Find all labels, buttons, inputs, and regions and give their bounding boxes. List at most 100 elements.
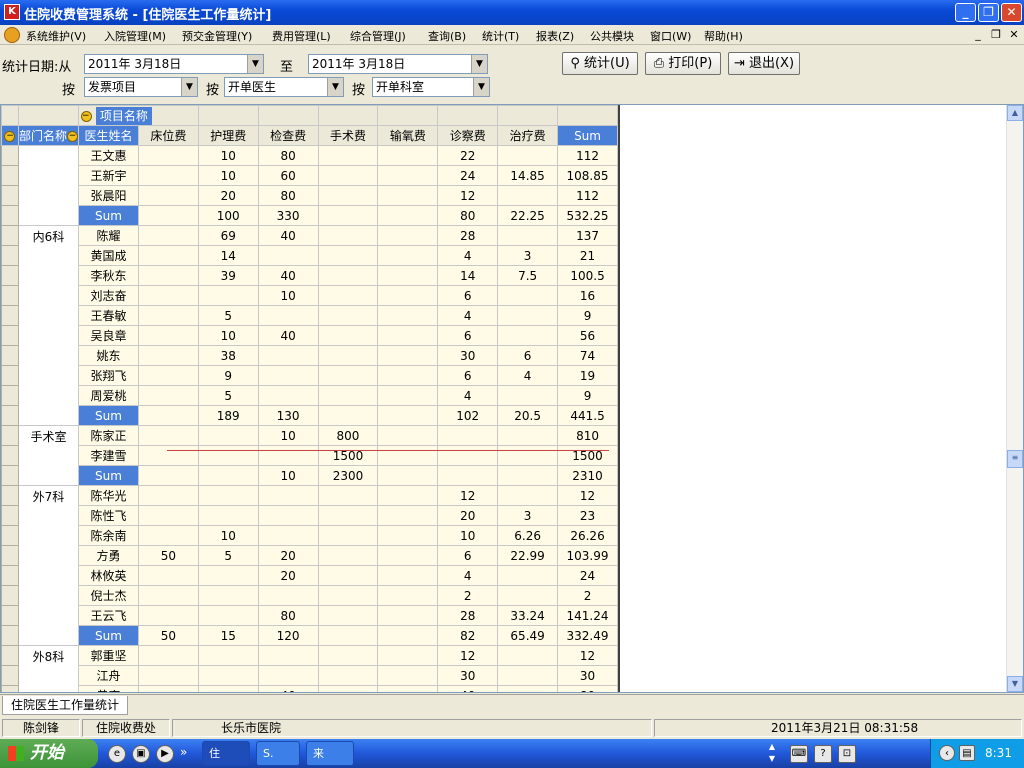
- value-cell[interactable]: 130: [257, 405, 319, 426]
- value-cell[interactable]: 10: [257, 285, 319, 306]
- menu-reports[interactable]: 报表(Z): [536, 28, 574, 44]
- doctor-cell[interactable]: 周爱桃: [77, 385, 139, 406]
- doctor-column-header[interactable]: 医生姓名: [77, 125, 139, 146]
- quicklaunch-media-icon[interactable]: ▶: [156, 745, 174, 763]
- value-cell[interactable]: 80: [437, 205, 499, 226]
- value-cell[interactable]: [197, 505, 259, 526]
- value-cell[interactable]: 14: [437, 265, 499, 286]
- value-cell[interactable]: [377, 165, 439, 186]
- row-sum-cell[interactable]: 9: [557, 385, 618, 406]
- close-button[interactable]: ✕: [1001, 3, 1022, 22]
- value-cell[interactable]: [257, 365, 319, 386]
- row-sum-cell[interactable]: 1500: [557, 445, 618, 466]
- doctor-cell[interactable]: 陈余南: [77, 525, 139, 546]
- row-sum-cell[interactable]: 56: [557, 325, 618, 346]
- doctor-cell[interactable]: 刘志奋: [77, 285, 139, 306]
- value-cell[interactable]: [257, 525, 319, 546]
- row-indicator[interactable]: [1, 365, 19, 386]
- value-cell[interactable]: 12: [437, 645, 499, 666]
- value-cell[interactable]: 6: [437, 325, 499, 346]
- value-cell[interactable]: [197, 485, 259, 506]
- value-cell[interactable]: [137, 285, 199, 306]
- value-cell[interactable]: 10: [257, 465, 319, 486]
- value-cell[interactable]: [377, 385, 439, 406]
- pivot-grid[interactable]: − 项目名称 − 部门名称 − 医生姓名 床位费 护理费 检查费 手术费 输氧费 诊察费 治疗…: [0, 104, 1024, 693]
- value-cell[interactable]: [377, 345, 439, 366]
- network-icon[interactable]: ▤: [959, 745, 975, 761]
- value-cell[interactable]: [137, 665, 199, 686]
- value-cell[interactable]: 39: [197, 265, 259, 286]
- value-cell[interactable]: 6: [497, 345, 559, 366]
- value-cell[interactable]: 14.85: [497, 165, 559, 186]
- value-cell[interactable]: [317, 265, 379, 286]
- value-cell[interactable]: [377, 365, 439, 386]
- column-header[interactable]: 诊察费: [437, 125, 499, 146]
- value-cell[interactable]: [257, 385, 319, 406]
- subtotal-row[interactable]: Sum 100 330 80 22.25 532.25: [1, 205, 618, 226]
- vertical-scrollbar[interactable]: ▲ ≡ ▼: [1006, 105, 1023, 692]
- value-cell[interactable]: 28: [437, 225, 499, 246]
- value-cell[interactable]: [317, 145, 379, 166]
- doctor-cell[interactable]: 林攸英: [77, 565, 139, 586]
- item-group-header[interactable]: − 项目名称: [77, 105, 199, 126]
- doctor-cell[interactable]: 王文惠: [77, 145, 139, 166]
- value-cell[interactable]: 12: [437, 485, 499, 506]
- row-sum-cell[interactable]: 137: [557, 225, 618, 246]
- row-indicator[interactable]: [1, 625, 19, 646]
- row-indicator[interactable]: [1, 165, 19, 186]
- value-cell[interactable]: [317, 245, 379, 266]
- value-cell[interactable]: [377, 505, 439, 526]
- value-cell[interactable]: [497, 285, 559, 306]
- value-cell[interactable]: [137, 245, 199, 266]
- doctor-cell[interactable]: 王春敏: [77, 305, 139, 326]
- table-row[interactable]: 方勇 50 5 20 6 22.99 103.99: [1, 545, 618, 566]
- scroll-thumb[interactable]: ≡: [1007, 450, 1023, 468]
- value-cell[interactable]: 4: [497, 365, 559, 386]
- value-cell[interactable]: 10: [197, 325, 259, 346]
- value-cell[interactable]: [377, 405, 439, 426]
- subtotal-label[interactable]: Sum: [77, 625, 139, 646]
- column-header[interactable]: 床位费: [137, 125, 199, 146]
- value-cell[interactable]: [137, 605, 199, 626]
- table-row[interactable]: 王春敏 5 4 9: [1, 305, 618, 326]
- value-cell[interactable]: [377, 305, 439, 326]
- value-cell[interactable]: [317, 305, 379, 326]
- doctor-cell[interactable]: 吴良章: [77, 325, 139, 346]
- value-cell[interactable]: 69: [197, 225, 259, 246]
- value-cell[interactable]: [317, 525, 379, 546]
- value-cell[interactable]: [137, 305, 199, 326]
- value-cell[interactable]: [137, 645, 199, 666]
- table-row[interactable]: 王文惠 10 80 22 112: [1, 145, 618, 166]
- row-sum-cell[interactable]: 141.24: [557, 605, 618, 626]
- value-cell[interactable]: 40: [437, 685, 499, 692]
- row-indicator[interactable]: [1, 485, 19, 506]
- value-cell[interactable]: [257, 445, 319, 466]
- row-sum-cell[interactable]: 532.25: [557, 205, 618, 226]
- value-cell[interactable]: [197, 605, 259, 626]
- value-cell[interactable]: 82: [437, 625, 499, 646]
- value-cell[interactable]: [497, 685, 559, 692]
- restore-button[interactable]: ❐: [978, 3, 999, 22]
- value-cell[interactable]: 20.5: [497, 405, 559, 426]
- value-cell[interactable]: [317, 565, 379, 586]
- value-cell[interactable]: [137, 485, 199, 506]
- value-cell[interactable]: 6: [437, 545, 499, 566]
- value-cell[interactable]: [317, 645, 379, 666]
- row-sum-cell[interactable]: 112: [557, 185, 618, 206]
- value-cell[interactable]: 4: [437, 305, 499, 326]
- keyboard-icon[interactable]: ⌨: [790, 745, 808, 763]
- value-cell[interactable]: [137, 685, 199, 692]
- value-cell[interactable]: [137, 225, 199, 246]
- value-cell[interactable]: 100: [197, 205, 259, 226]
- value-cell[interactable]: 20: [197, 185, 259, 206]
- value-cell[interactable]: [257, 645, 319, 666]
- value-cell[interactable]: [497, 225, 559, 246]
- value-cell[interactable]: 40: [257, 685, 319, 692]
- value-cell[interactable]: 2: [437, 585, 499, 606]
- collapse-icon[interactable]: −: [80, 111, 92, 122]
- quicklaunch-ie-icon[interactable]: e: [108, 745, 126, 763]
- doctor-cell[interactable]: 陈家正: [77, 425, 139, 446]
- value-cell[interactable]: [197, 645, 259, 666]
- row-indicator[interactable]: [1, 565, 19, 586]
- value-cell[interactable]: [137, 445, 199, 466]
